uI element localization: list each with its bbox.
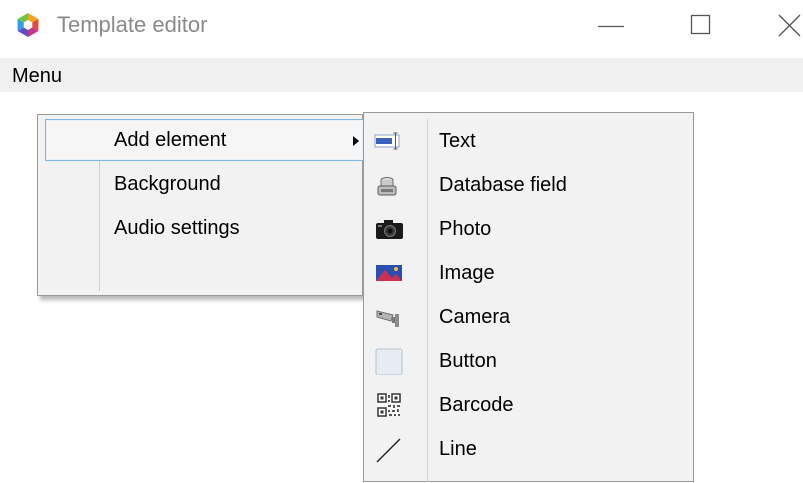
menu-item-label: Background — [114, 173, 221, 195]
window-title: Template editor — [57, 12, 208, 37]
submenu-item-label: Barcode — [439, 394, 514, 416]
minimize-icon — [598, 25, 624, 28]
menu-bar: Menu — [0, 58, 803, 92]
submenu-item-label: Database field — [439, 174, 567, 196]
submenu-item-label: Camera — [439, 306, 511, 328]
submenu-item-text[interactable]: Text — [364, 119, 693, 163]
submenu-item-database-field[interactable]: Database field — [364, 163, 693, 207]
context-menu: Add element Background Audio settings — [37, 114, 364, 296]
photo-camera-icon — [376, 220, 403, 239]
submenu-item-label: Line — [439, 438, 477, 460]
minimize-button[interactable] — [588, 0, 634, 52]
submenu-item-camera[interactable]: Camera — [364, 295, 693, 339]
menu-item-background[interactable]: Background — [45, 163, 364, 205]
menu-button[interactable]: Menu — [12, 64, 62, 88]
submenu-item-label: Button — [439, 350, 497, 372]
menu-item-label: Add element — [114, 129, 227, 151]
submenu-arrow-icon — [353, 136, 359, 146]
line-icon — [376, 438, 401, 463]
submenu-item-label: Image — [439, 262, 495, 284]
maximize-button[interactable] — [678, 0, 724, 52]
add-element-submenu: Text Database field Photo Image Camera B… — [363, 112, 694, 483]
database-icon — [377, 177, 397, 196]
menu-item-label: Audio settings — [114, 217, 240, 239]
submenu-item-image[interactable]: Image — [364, 251, 693, 295]
submenu-item-label: Text — [439, 130, 476, 152]
submenu-item-photo[interactable]: Photo — [364, 207, 693, 251]
close-button[interactable] — [762, 0, 803, 52]
app-logo-icon — [17, 13, 39, 37]
submenu-item-line[interactable]: Line — [364, 427, 693, 471]
close-icon — [778, 14, 801, 37]
submenu-item-label: Photo — [439, 218, 492, 240]
title-bar: Template editor — [0, 0, 803, 52]
menu-item-add-element[interactable]: Add element — [45, 119, 364, 161]
submenu-item-button[interactable]: Button — [364, 339, 693, 383]
submenu-item-barcode[interactable]: Barcode — [364, 383, 693, 427]
menu-item-audio-settings[interactable]: Audio settings — [45, 207, 364, 249]
button-icon — [375, 348, 403, 375]
image-icon — [376, 265, 402, 281]
qr-code-icon — [377, 393, 401, 417]
security-camera-icon — [376, 310, 399, 327]
text-field-icon — [374, 132, 400, 150]
maximize-icon — [690, 14, 711, 35]
